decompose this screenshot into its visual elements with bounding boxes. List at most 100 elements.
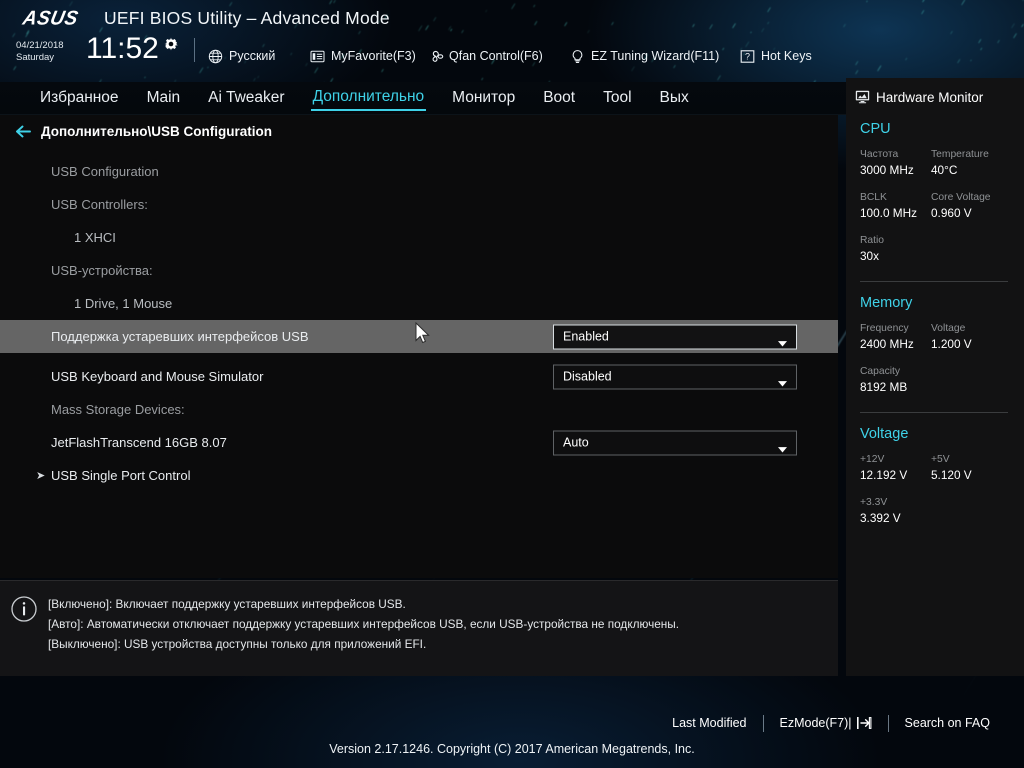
setting-row-usb-keyboard-and-mouse-simulator[interactable]: USB Keyboard and Mouse Simulator Disabled (0, 360, 838, 393)
hwmon-key: Core Voltage (931, 191, 1002, 205)
date-display: 04/21/2018 Saturday (16, 40, 64, 63)
row-label: 1 Drive, 1 Mouse (74, 296, 172, 311)
tab-дополнительно[interactable]: Дополнительно (311, 86, 427, 111)
static-row-usb-controllers: USB Controllers: (0, 188, 838, 221)
page-title: UEFI BIOS Utility – Advanced Mode (104, 8, 390, 29)
tab-main[interactable]: Main (145, 87, 183, 110)
footer-links: Last Modified EzMode(F7)| Search on FAQ (656, 712, 1006, 734)
hwmon-value: 8192 MB (860, 379, 1002, 395)
gear-icon[interactable] (163, 36, 179, 52)
hwmon-cell-+5v: +5V 5.120 V (931, 453, 1002, 483)
row-label: 1 XHCI (74, 230, 116, 245)
header-bar: ASUS UEFI BIOS Utility – Advanced Mode 0… (0, 0, 1024, 82)
breadcrumb-row: Дополнительно\USB Configuration (0, 115, 838, 147)
static-row-mass-storage-devices: Mass Storage Devices: (0, 393, 838, 426)
hwmon-value: 3000 MHz (860, 162, 931, 178)
static-row-1-xhci: 1 XHCI (0, 221, 838, 254)
submenu-row-usb-single-port-control[interactable]: ➤ USB Single Port Control (0, 459, 838, 492)
hwmon-value: 100.0 MHz (860, 205, 931, 221)
hwmon-cell-ratio: Ratio 30x (860, 234, 1002, 264)
row-label: USB Configuration (51, 164, 159, 179)
help-line: [Включено]: Включает поддержку устаревши… (48, 594, 679, 614)
tab-монитор[interactable]: Монитор (450, 87, 517, 110)
tab-избранное[interactable]: Избранное (38, 87, 121, 110)
asus-logo: ASUS (14, 8, 86, 30)
help-line: [Авто]: Автоматически отключает поддержк… (48, 614, 679, 634)
footer-link-search-on-faq[interactable]: Search on FAQ (889, 716, 1006, 730)
hwmon-key: Частота (860, 148, 931, 162)
hwmon-key: BCLK (860, 191, 931, 205)
setting-row-поддержка-устаревших-интерфейсов-usb[interactable]: Поддержка устаревших интерфейсов USB Enab… (0, 320, 838, 353)
dropdown-value: Auto (554, 436, 589, 450)
hwmon-value: 2400 MHz (860, 336, 931, 352)
clock-display: 11:52 (86, 34, 159, 64)
weekday-text: Saturday (16, 52, 64, 64)
help-line: [Выключено]: USB устройства доступны тол… (48, 634, 679, 654)
info-icon (10, 595, 38, 623)
hwmon-key: Frequency (860, 322, 931, 336)
hardware-monitor-title: Hardware Monitor (846, 86, 1024, 108)
footer-link-last-modified[interactable]: Last Modified (656, 716, 762, 730)
dropdown-jetflashtranscend-16gb-8-07[interactable]: Auto (553, 430, 797, 455)
setting-row-jetflashtranscend-16gb-8-07[interactable]: JetFlashTranscend 16GB 8.07 Auto (0, 426, 838, 459)
hwmon-cell-+3.3v: +3.3V 3.392 V (860, 496, 1002, 526)
header-item-myfavorite-f3[interactable]: MyFavorite(F3) (310, 46, 416, 66)
row-label: USB Single Port Control (51, 468, 190, 483)
settings-list: USB Configuration USB Controllers: 1 XHCI U… (0, 155, 838, 492)
date-text: 04/21/2018 (16, 40, 64, 52)
globe-icon (208, 49, 223, 64)
hwmon-key: +5V (931, 453, 1002, 467)
tab-tool[interactable]: Tool (601, 87, 633, 110)
hwmon-section-cpu: CPU Частота 3000 MHz Temperature 40°C BCLK 100… (846, 121, 1024, 277)
hwmon-cell-частота: Частота 3000 MHz (860, 148, 931, 178)
chevron-down-icon[interactable] (778, 440, 787, 446)
footer-link-ezmode-f7[interactable]: EzMode(F7)| (764, 716, 888, 730)
hwmon-grid: Частота 3000 MHz Temperature 40°C BCLK 100.0 … (860, 148, 1024, 277)
footer-link-label: Last Modified (672, 716, 746, 730)
hwmon-section-voltage: Voltage +12V 12.192 V +5V 5.120 V +3.3V 3.392 … (846, 426, 1024, 539)
row-label: Mass Storage Devices: (51, 402, 185, 417)
hwmon-value: 1.200 V (931, 336, 1002, 352)
hardware-monitor-panel: Hardware Monitor CPU Частота 3000 MHz Tempe… (846, 78, 1024, 676)
main-panel: Дополнительно\USB Configuration USB Conf… (0, 115, 838, 578)
hwmon-cell-frequency: Frequency 2400 MHz (860, 322, 931, 352)
hwmon-value: 0.960 V (931, 205, 1002, 221)
question-icon: ? (740, 49, 755, 64)
hwmon-key: +12V (860, 453, 931, 467)
hwmon-section-title: Memory (860, 295, 1024, 311)
static-row-1-drive-1-mouse: 1 Drive, 1 Mouse (0, 287, 838, 320)
hwmon-value: 30x (860, 248, 1002, 264)
header-item-ez-tuning-wizard-f11[interactable]: EZ Tuning Wizard(F11) (570, 46, 719, 66)
chevron-down-icon[interactable] (778, 334, 787, 340)
tab-вых[interactable]: Вых (658, 87, 691, 110)
dropdown-поддержка-устаревших-интерфейсов-usb[interactable]: Enabled (553, 324, 797, 349)
row-label: USB Keyboard and Mouse Simulator (51, 369, 263, 384)
header-item-label: EZ Tuning Wizard(F11) (591, 49, 719, 63)
hwmon-cell-capacity: Capacity 8192 MB (860, 365, 1002, 395)
hwmon-section-title: CPU (860, 121, 1024, 137)
tab-boot[interactable]: Boot (541, 87, 577, 110)
header-item-hot-keys[interactable]: ? Hot Keys (740, 46, 812, 66)
footer-link-label: EzMode(F7)| (780, 716, 852, 730)
header-item-label: Hot Keys (761, 49, 812, 63)
row-spacer (0, 353, 838, 360)
hwmon-cell-+12v: +12V 12.192 V (860, 453, 931, 483)
hwmon-key: Ratio (860, 234, 1002, 248)
help-text: [Включено]: Включает поддержку устаревши… (48, 594, 679, 676)
monitor-graph-icon (855, 90, 870, 104)
hwmon-section-title: Voltage (860, 426, 1024, 442)
tab-ai-tweaker[interactable]: Ai Tweaker (206, 87, 286, 110)
header-divider-1 (194, 38, 195, 62)
header-item-[interactable]: Русский (208, 46, 275, 66)
hwmon-key: +3.3V (860, 496, 1002, 510)
chevron-right-icon: ➤ (36, 469, 45, 482)
list-icon (310, 49, 325, 64)
chevron-down-icon[interactable] (778, 374, 787, 380)
hwmon-value: 40°C (931, 162, 1002, 178)
header-item-qfan-control-f6[interactable]: Qfan Control(F6) (428, 46, 543, 66)
dropdown-usb-keyboard-and-mouse-simulator[interactable]: Disabled (553, 364, 797, 389)
hardware-monitor-title-text: Hardware Monitor (876, 90, 983, 105)
hwmon-grid: Frequency 2400 MHz Voltage 1.200 V Capacity 8… (860, 322, 1024, 408)
hwmon-grid: +12V 12.192 V +5V 5.120 V +3.3V 3.392 V (860, 453, 1024, 539)
back-arrow-icon[interactable] (14, 124, 32, 139)
